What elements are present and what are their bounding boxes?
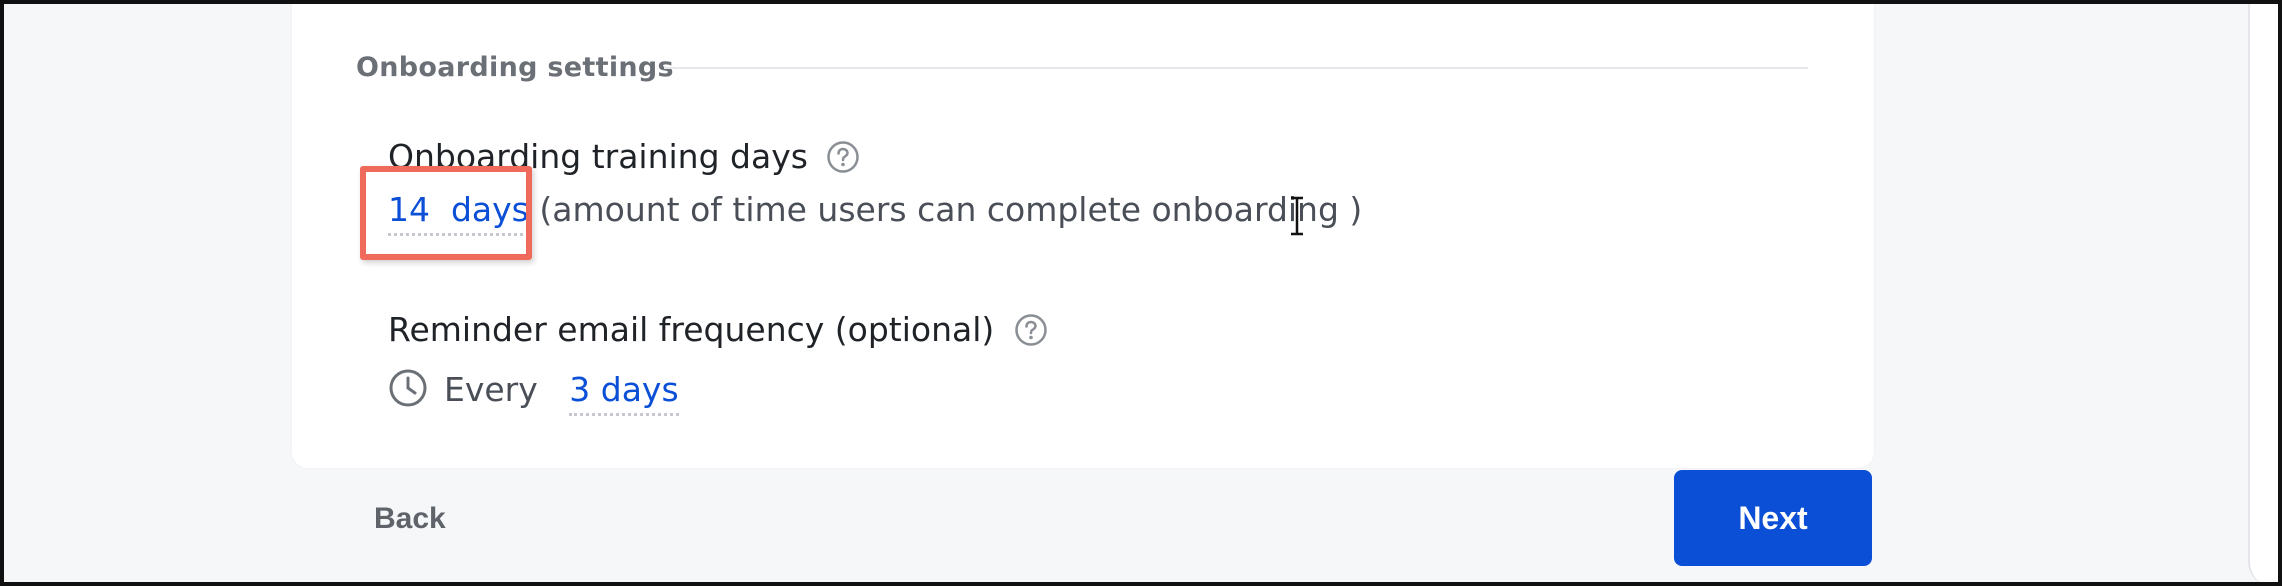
section-title: Onboarding settings (356, 52, 674, 83)
question-circle-icon[interactable] (826, 140, 860, 174)
reminder-frequency-label: Reminder email frequency (optional) (388, 310, 995, 349)
highlight-annotation (360, 166, 532, 260)
clock-icon (389, 369, 427, 407)
question-circle-icon[interactable] (1014, 313, 1048, 347)
reminder-frequency-row: Every 3 days (444, 370, 679, 416)
training-days-description: (amount of time users can complete onboa… (539, 190, 1363, 229)
training-days-row: 14 days (amount of time users can comple… (388, 190, 1363, 236)
next-button[interactable]: Next (1674, 470, 1872, 566)
section-divider (664, 67, 1808, 69)
reminder-frequency-value[interactable]: 3 days (569, 370, 679, 416)
window-frame: Onboarding settings Onboarding training … (0, 0, 2282, 586)
text-cursor-icon (1291, 196, 1303, 236)
back-button[interactable]: Back (344, 484, 474, 554)
side-panel-edge (2248, 4, 2278, 582)
reminder-prefix: Every (444, 370, 538, 409)
